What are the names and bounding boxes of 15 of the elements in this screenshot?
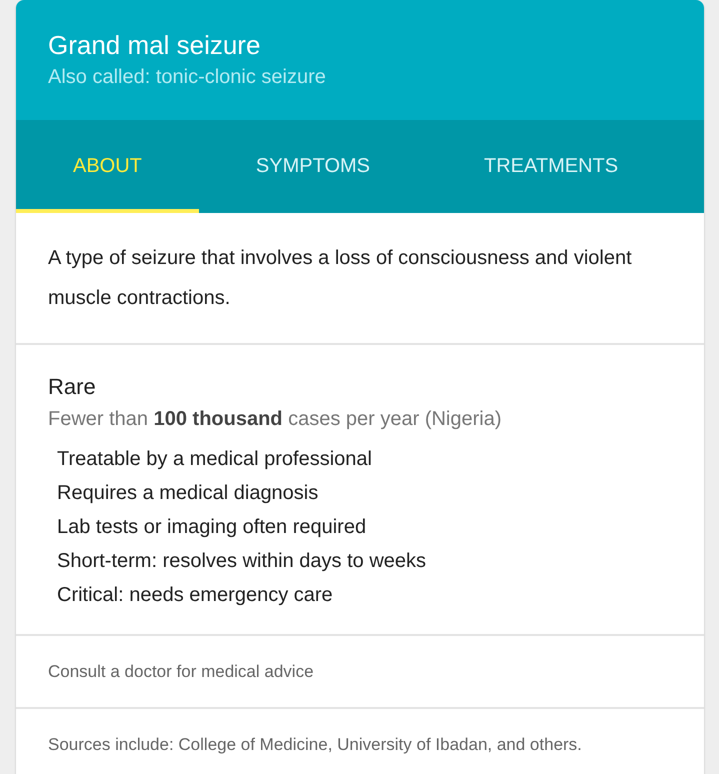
fact-text: Short-term: resolves within days to weeks: [57, 549, 428, 574]
fact-text: Critical: needs emergency care: [57, 583, 334, 608]
fact-text: Treatable by a medical professional: [57, 447, 373, 472]
disclaimer-text: Consult a doctor for medical advice: [48, 662, 314, 681]
prevalence-heading: Rare: [48, 373, 97, 401]
fact-text: Requires a medical diagnosis: [57, 481, 320, 506]
condition-subtitle: Also called: tonic-clonic seizure: [48, 65, 327, 90]
fact-text: Lab tests or imaging often required: [57, 515, 368, 540]
tab[interactable]: ABOUT: [16, 120, 199, 213]
tab[interactable]: SYMPTOMS: [198, 120, 427, 213]
sources-text: Sources include: College of Medicine, University of Ibadan, and others.: [48, 735, 582, 754]
condition-title: Grand mal seizure: [48, 29, 262, 62]
tab[interactable]: TREATMENTS: [427, 120, 676, 213]
description-text: A type of seizure that involves a loss of consciousness and violent muscle contractions.: [16, 213, 704, 345]
prevalence-detail: Fewer than 100 thousand cases per year (Nigeria): [48, 407, 502, 432]
